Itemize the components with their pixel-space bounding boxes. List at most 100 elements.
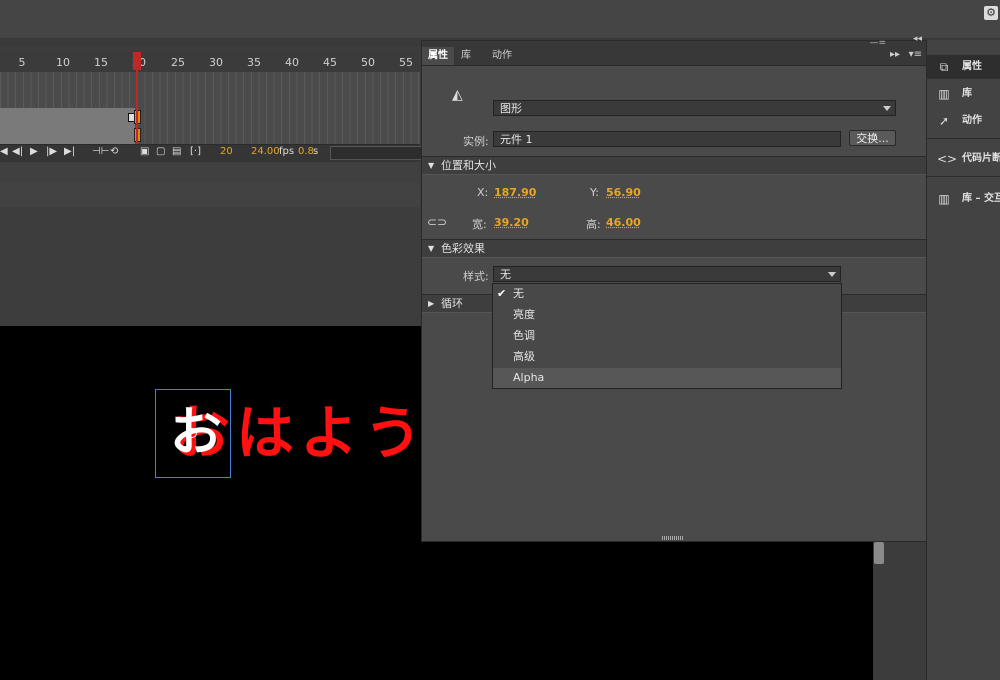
ruler-tick: 30 bbox=[209, 56, 223, 69]
dock-label: 动作 bbox=[962, 115, 982, 126]
ruler-tick: 10 bbox=[56, 56, 70, 69]
ruler-tick: 35 bbox=[247, 56, 261, 69]
dock-label: 属性 bbox=[962, 61, 982, 72]
option-label: 色调 bbox=[513, 329, 535, 342]
dock-label: 库 – 交互 bbox=[962, 193, 1000, 204]
width-label: 宽: bbox=[472, 218, 487, 231]
time-value[interactable]: 0.8 bbox=[298, 146, 314, 157]
dropdown-option-tint[interactable]: 色调 bbox=[493, 326, 841, 346]
tab-actions[interactable]: 动作 bbox=[486, 47, 518, 65]
panel-tabs: 属性 库 动作 ▸▸ ▾≡ bbox=[422, 47, 926, 66]
fps-value[interactable]: 24.00 bbox=[251, 146, 280, 157]
ruler-tick: 40 bbox=[285, 56, 299, 69]
instance-field[interactable]: 元件 1 bbox=[493, 131, 841, 147]
width-value[interactable]: 39.20 bbox=[494, 216, 529, 229]
last-frame-icon[interactable]: ▶| bbox=[64, 146, 75, 157]
expand-icon[interactable]: ▸▸ bbox=[890, 49, 900, 60]
tab-properties[interactable]: 属性 bbox=[422, 47, 454, 65]
loop-icon[interactable]: ⟲ bbox=[110, 146, 118, 157]
graphic-symbol-icon: ◭ bbox=[452, 87, 463, 103]
option-label: 无 bbox=[513, 287, 524, 300]
chevron-down-icon bbox=[828, 272, 836, 277]
section-color-label: 色彩效果 bbox=[441, 242, 485, 255]
dock-item-library[interactable]: ▥ 库 bbox=[927, 82, 1000, 106]
panel-resize-grip[interactable] bbox=[662, 536, 684, 540]
tab-library[interactable]: 库 bbox=[455, 47, 477, 65]
chevron-down-icon bbox=[883, 106, 891, 111]
collapse-dock-icon[interactable]: ◂◂ bbox=[913, 34, 922, 44]
section-position-size[interactable]: ▼ 位置和大小 bbox=[422, 156, 926, 175]
library-icon: ▥ bbox=[938, 87, 950, 101]
section-position-label: 位置和大小 bbox=[441, 159, 496, 172]
fps-unit: fps bbox=[279, 146, 295, 157]
playhead-cap[interactable] bbox=[133, 52, 141, 70]
check-icon: ✔ bbox=[497, 287, 507, 300]
height-label: 高: bbox=[586, 218, 601, 231]
timeline-scrollbar[interactable] bbox=[330, 146, 422, 160]
layer-frames-1[interactable] bbox=[0, 108, 135, 127]
onion-outline-icon[interactable]: ▢ bbox=[156, 146, 165, 157]
timeline-frames[interactable] bbox=[0, 72, 420, 145]
symbol-type-select[interactable]: 图形 bbox=[493, 100, 896, 116]
style-label: 样式: bbox=[463, 270, 489, 283]
dropdown-option-none[interactable]: ✔ 无 bbox=[493, 284, 841, 304]
chevron-down-icon: ▼ bbox=[428, 244, 435, 253]
ruler-tick: 45 bbox=[323, 56, 337, 69]
properties-icon: ⧉ bbox=[939, 60, 949, 74]
dropdown-option-alpha[interactable]: Alpha bbox=[493, 368, 841, 388]
library-icon: ▥ bbox=[938, 192, 950, 206]
onion-skin-icon[interactable]: ▣ bbox=[140, 146, 149, 157]
current-frame[interactable]: 20 bbox=[220, 146, 233, 157]
dropdown-option-advanced[interactable]: 高级 bbox=[493, 347, 841, 367]
ruler-tick: 50 bbox=[361, 56, 375, 69]
y-value[interactable]: 56.90 bbox=[606, 186, 641, 199]
x-value[interactable]: 187.90 bbox=[494, 186, 536, 199]
gear-icon[interactable]: ⚙ bbox=[984, 6, 998, 20]
stage-scrollbar[interactable] bbox=[874, 542, 884, 564]
panel-menu-icon[interactable]: ▾≡ bbox=[909, 49, 922, 60]
modify-markers-icon[interactable]: [·] bbox=[190, 146, 201, 157]
dropdown-option-brightness[interactable]: 亮度 bbox=[493, 305, 841, 325]
ruler-tick: 25 bbox=[171, 56, 185, 69]
right-dock: ◂◂ ⧉ 属性 ▥ 库 ➚ 动作 <> 代码片断 ▥ 库 – 交互 bbox=[913, 34, 1000, 680]
layer-frames-2[interactable] bbox=[0, 126, 135, 145]
play-icon[interactable]: ▶ bbox=[30, 146, 38, 157]
chevron-right-icon: ▶ bbox=[428, 299, 435, 308]
dock-item-actions[interactable]: ➚ 动作 bbox=[927, 109, 1000, 133]
timeline-ruler[interactable]: 5 10 15 20 25 30 35 40 45 50 55 bbox=[0, 52, 420, 73]
time-unit: s bbox=[313, 146, 319, 157]
section-color-effect[interactable]: ▼ 色彩效果 bbox=[422, 239, 926, 258]
playhead[interactable] bbox=[133, 52, 141, 144]
first-frame-icon[interactable]: ◀ bbox=[0, 146, 8, 157]
dock-separator bbox=[927, 138, 1000, 139]
style-dropdown-list: ✔ 无 亮度 色调 高级 Alpha bbox=[492, 283, 842, 389]
dock-label: 库 bbox=[962, 88, 972, 99]
style-select[interactable]: 无 bbox=[493, 266, 841, 282]
x-label: X: bbox=[477, 186, 489, 199]
step-forward-icon[interactable]: |▶ bbox=[46, 146, 57, 157]
top-toolbar bbox=[0, 0, 1000, 39]
ruler-tick: 5 bbox=[18, 56, 26, 69]
toolbar-band bbox=[0, 182, 420, 208]
dock-item-code-snippets[interactable]: <> 代码片断 bbox=[927, 147, 1000, 171]
option-label: Alpha bbox=[513, 371, 545, 384]
dock-label: 代码片断 bbox=[962, 153, 1000, 164]
instance-label: 实例: bbox=[463, 135, 489, 148]
height-value[interactable]: 46.00 bbox=[606, 216, 641, 229]
dock-item-library-interactive[interactable]: ▥ 库 – 交互 bbox=[927, 187, 1000, 211]
code-icon: <> bbox=[937, 152, 958, 166]
registration-point bbox=[187, 428, 197, 438]
swap-button[interactable]: 交换... bbox=[849, 130, 896, 146]
dock-separator bbox=[927, 176, 1000, 177]
actions-icon: ➚ bbox=[938, 114, 950, 128]
chevron-down-icon: ▼ bbox=[428, 161, 435, 170]
center-frame-icon[interactable]: ⊣⊢ bbox=[92, 146, 109, 157]
edit-multiple-icon[interactable]: ▤ bbox=[172, 146, 181, 157]
ruler-tick: 55 bbox=[399, 56, 413, 69]
symbol-type-value: 图形 bbox=[500, 102, 522, 115]
y-label: Y: bbox=[590, 186, 599, 199]
step-back-icon[interactable]: ◀| bbox=[12, 146, 23, 157]
link-icon[interactable]: ⊂⊃ bbox=[427, 215, 447, 229]
dock-item-properties[interactable]: ⧉ 属性 bbox=[927, 55, 1000, 79]
edit-bar bbox=[0, 162, 420, 183]
